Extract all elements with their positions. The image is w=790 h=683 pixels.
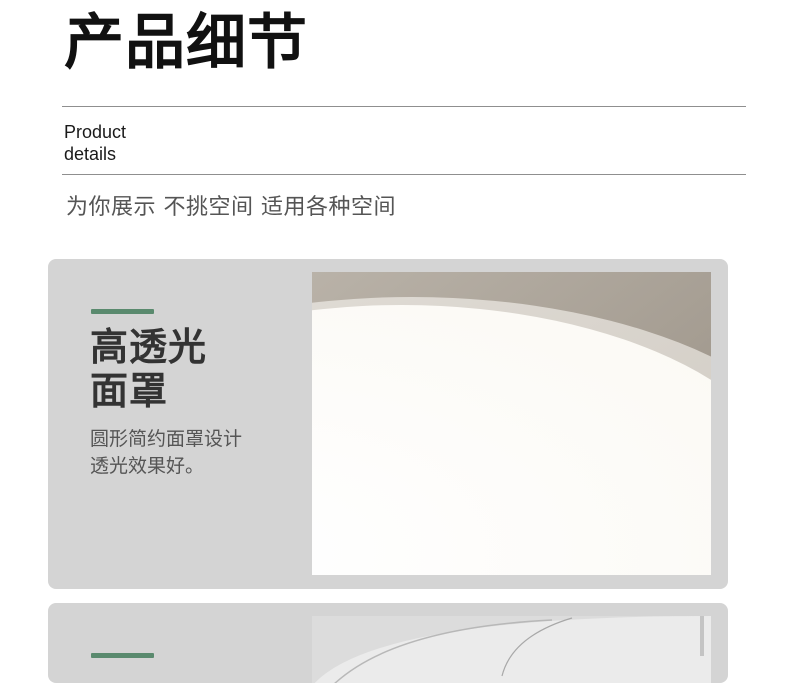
page-title: 产品细节 [64,8,308,78]
divider-bottom [62,174,746,175]
accent-bar [91,309,154,314]
feature-title: 高透光 面罩 [90,325,207,413]
feature-card [48,603,728,683]
accent-bar [91,653,154,658]
feature-title-line-1: 高透光 [90,325,208,369]
feature-card: 高透光 面罩 圆形简约面罩设计 透光效果好。 [48,259,728,589]
subtitle-line-2: details [64,144,117,164]
product-photo-lamp-shade [312,272,711,575]
feature-description: 圆形简约面罩设计 透光效果好。 [90,426,242,480]
divider-top [62,106,746,107]
feature-title-line-2: 面罩 [90,369,169,413]
tagline: 为你展示 不挑空间 适用各种空间 [66,195,396,220]
product-photo-lamp [312,616,711,683]
subtitle-english: Product details [64,121,126,165]
feature-desc-line-2: 透光效果好。 [90,455,205,477]
subtitle-line-1: Product [64,122,127,142]
feature-desc-line-1: 圆形简约面罩设计 [90,428,243,450]
